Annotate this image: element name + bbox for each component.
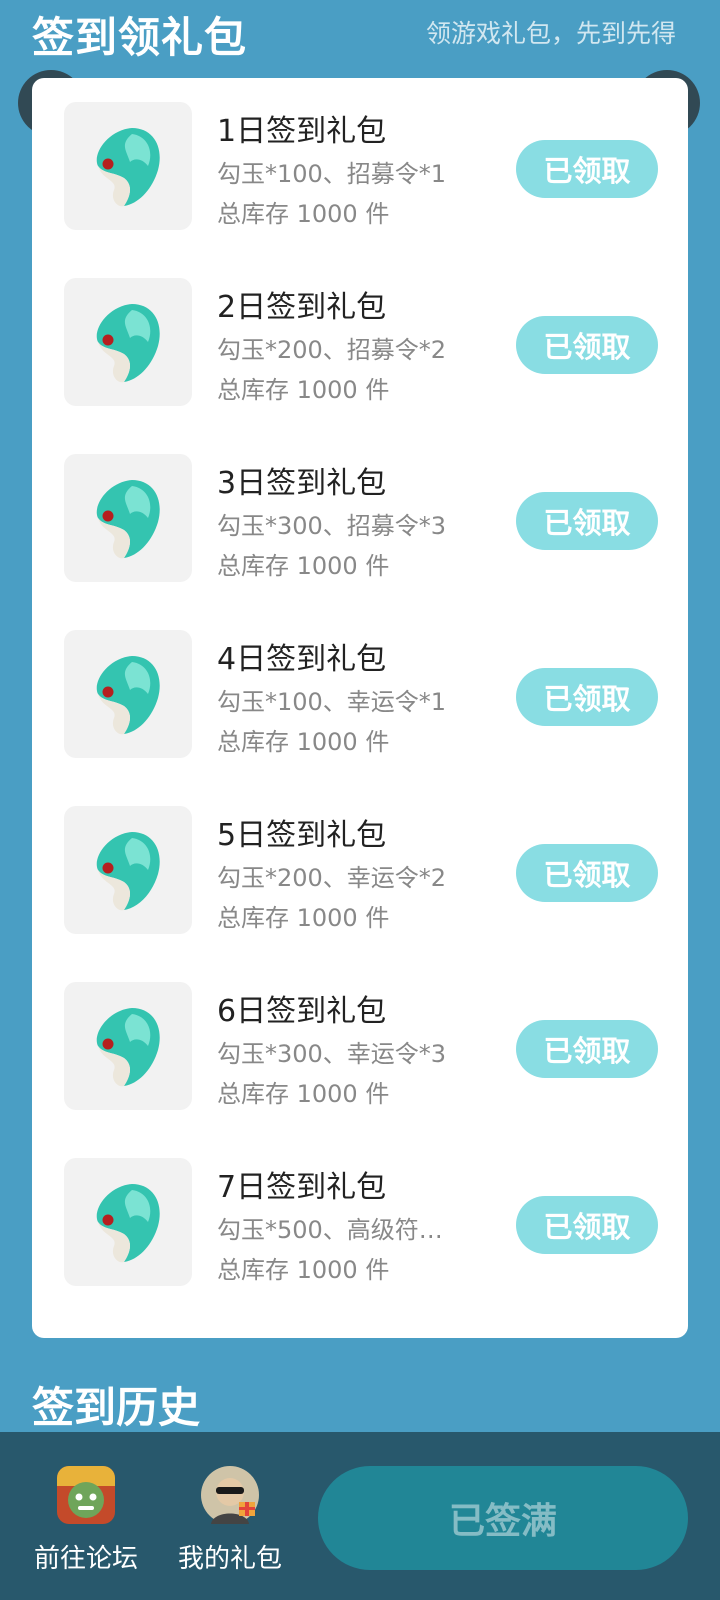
gift-stock: 总库存 1000 件 — [217, 376, 390, 404]
magatama-icon — [96, 1008, 160, 1087]
gift-stock: 总库存 1000 件 — [217, 1080, 390, 1108]
page-title: 签到领礼包 — [32, 13, 248, 62]
gift-row: 4日签到礼包 勾玉*100、幸运令*1 总库存 1000 件 已领取 — [32, 606, 688, 758]
gift-name: 5日签到礼包 — [217, 818, 387, 853]
gift-name: 2日签到礼包 — [217, 290, 387, 325]
gift-items: 勾玉*300、招募令*3 — [217, 512, 447, 540]
gift-stock: 总库存 1000 件 — [217, 728, 390, 756]
gift-image — [64, 1158, 192, 1286]
gift-items: 勾玉*200、幸运令*2 — [217, 864, 447, 892]
gift-row: 5日签到礼包 勾玉*200、幸运令*2 总库存 1000 件 已领取 — [32, 782, 688, 934]
forum-link[interactable]: 前往论坛 — [26, 1466, 146, 1575]
claimed-button[interactable]: 已领取 — [516, 668, 658, 726]
gift-stock: 总库存 1000 件 — [217, 200, 390, 228]
gift-stock: 总库存 1000 件 — [217, 1256, 390, 1284]
gift-stock: 总库存 1000 件 — [217, 904, 390, 932]
gift-row: 6日签到礼包 勾玉*300、幸运令*3 总库存 1000 件 已领取 — [32, 958, 688, 1110]
claimed-button[interactable]: 已领取 — [516, 316, 658, 374]
claimed-button[interactable]: 已领取 — [516, 1196, 658, 1254]
user-avatar — [201, 1466, 259, 1524]
gift-row: 2日签到礼包 勾玉*200、招募令*2 总库存 1000 件 已领取 — [32, 254, 688, 406]
game-avatar-icon — [57, 1466, 115, 1524]
claimed-button[interactable]: 已领取 — [516, 140, 658, 198]
gift-name: 4日签到礼包 — [217, 642, 387, 677]
gift-items: 勾玉*100、幸运令*1 — [217, 688, 447, 716]
gift-items: 勾玉*300、幸运令*3 — [217, 1040, 447, 1068]
gift-items: 勾玉*500、高级符… — [217, 1216, 443, 1244]
fully-signed-button[interactable]: 已签满 — [318, 1466, 688, 1570]
my-gifts-link[interactable]: 我的礼包 — [170, 1466, 290, 1575]
gift-image — [64, 982, 192, 1110]
bottom-action-bar: 前往论坛 我的礼包 已签满 — [0, 1432, 720, 1600]
gift-image — [64, 630, 192, 758]
gift-name: 6日签到礼包 — [217, 994, 387, 1029]
gift-name: 7日签到礼包 — [217, 1170, 387, 1205]
gift-items: 勾玉*100、招募令*1 — [217, 160, 447, 188]
claimed-button[interactable]: 已领取 — [516, 844, 658, 902]
gift-image — [64, 102, 192, 230]
magatama-icon — [96, 304, 160, 383]
claimed-button[interactable]: 已领取 — [516, 492, 658, 550]
gift-name: 3日签到礼包 — [217, 466, 387, 501]
my-gifts-label: 我的礼包 — [177, 1544, 282, 1574]
magatama-icon — [96, 480, 160, 559]
history-section-title: 签到历史 — [32, 1383, 201, 1432]
gift-items: 勾玉*200、招募令*2 — [217, 336, 447, 364]
gift-image — [64, 806, 192, 934]
magatama-icon — [96, 656, 160, 735]
gift-image — [64, 278, 192, 406]
claimed-button[interactable]: 已领取 — [516, 1020, 658, 1078]
gift-row: 3日签到礼包 勾玉*300、招募令*3 总库存 1000 件 已领取 — [32, 430, 688, 582]
gift-list-card: 1日签到礼包 勾玉*100、招募令*1 总库存 1000 件 已领取 2日签到礼… — [32, 78, 688, 1338]
gift-name: 1日签到礼包 — [217, 114, 387, 149]
magatama-icon — [96, 1184, 160, 1263]
page-subtitle: 领游戏礼包，先到先得 — [425, 19, 676, 48]
magatama-icon — [96, 128, 160, 207]
gift-row: 1日签到礼包 勾玉*100、招募令*1 总库存 1000 件 已领取 — [32, 78, 688, 230]
gift-row: 7日签到礼包 勾玉*500、高级符… 总库存 1000 件 已领取 — [32, 1134, 688, 1286]
forum-label: 前往论坛 — [33, 1544, 138, 1574]
magatama-icon — [96, 832, 160, 911]
gift-image — [64, 454, 192, 582]
gift-stock: 总库存 1000 件 — [217, 552, 390, 580]
